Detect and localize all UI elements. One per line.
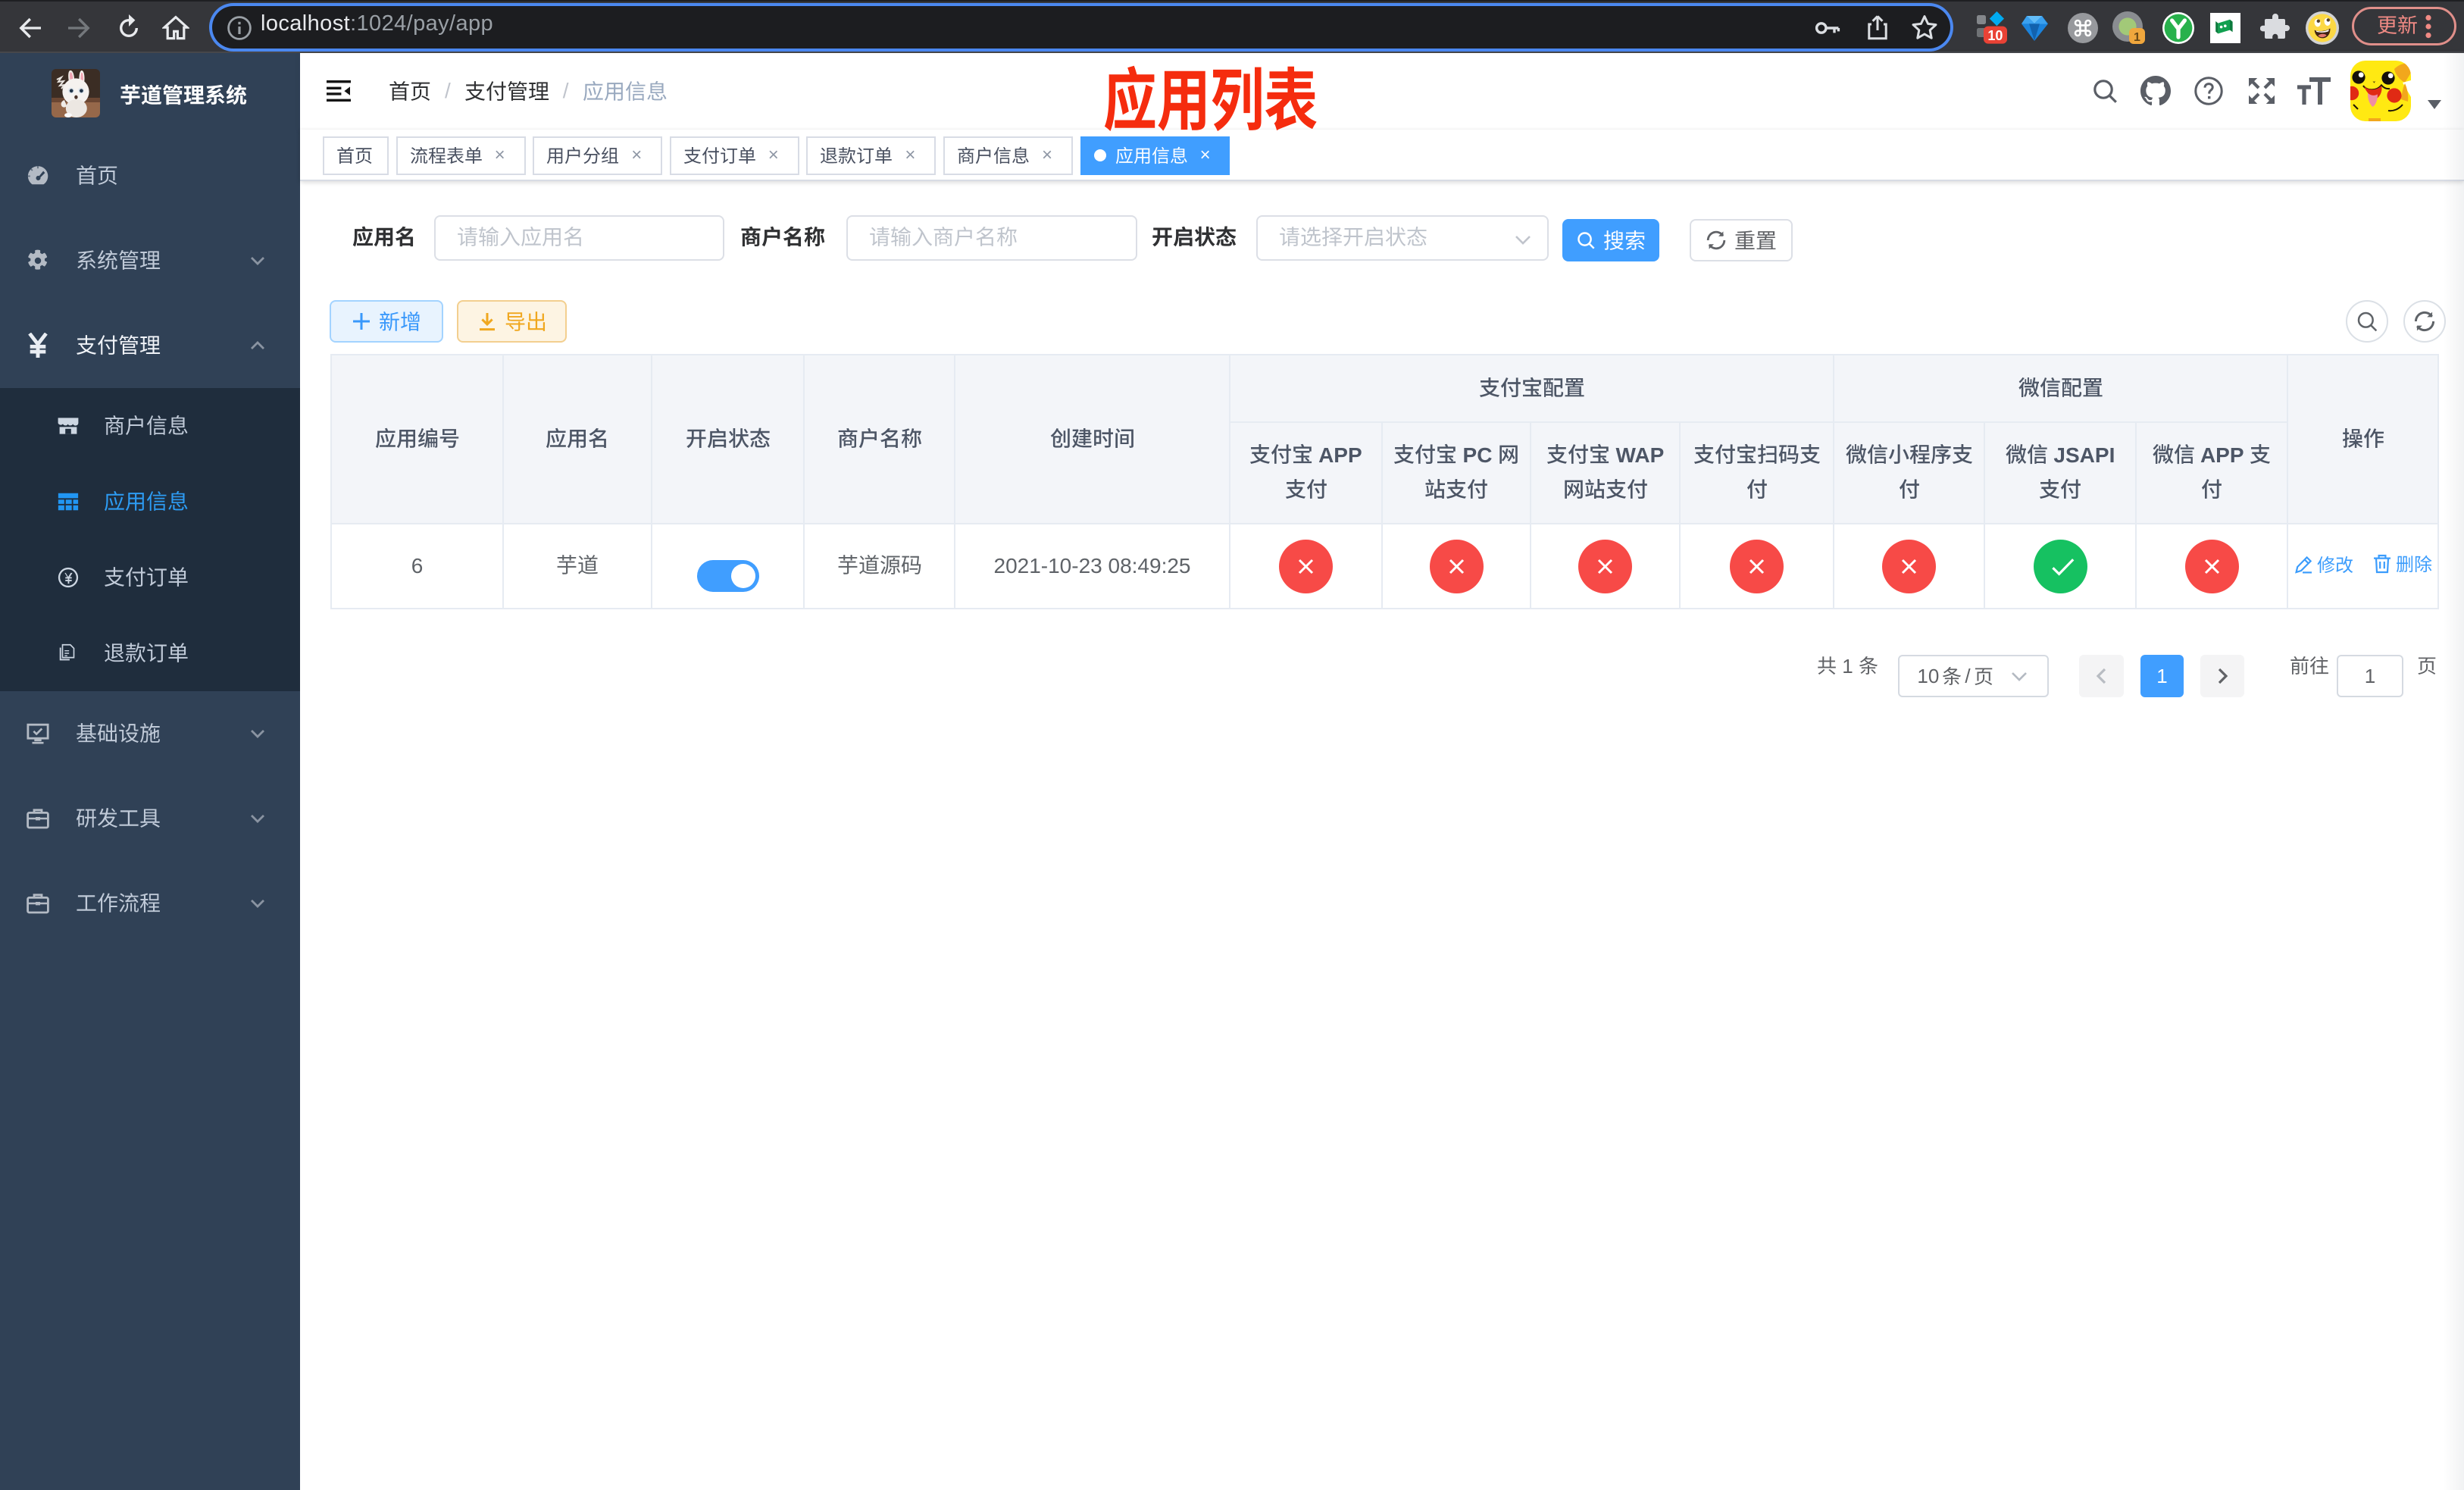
svg-text:1: 1: [2134, 31, 2140, 44]
svg-text:10: 10: [1987, 28, 2003, 43]
